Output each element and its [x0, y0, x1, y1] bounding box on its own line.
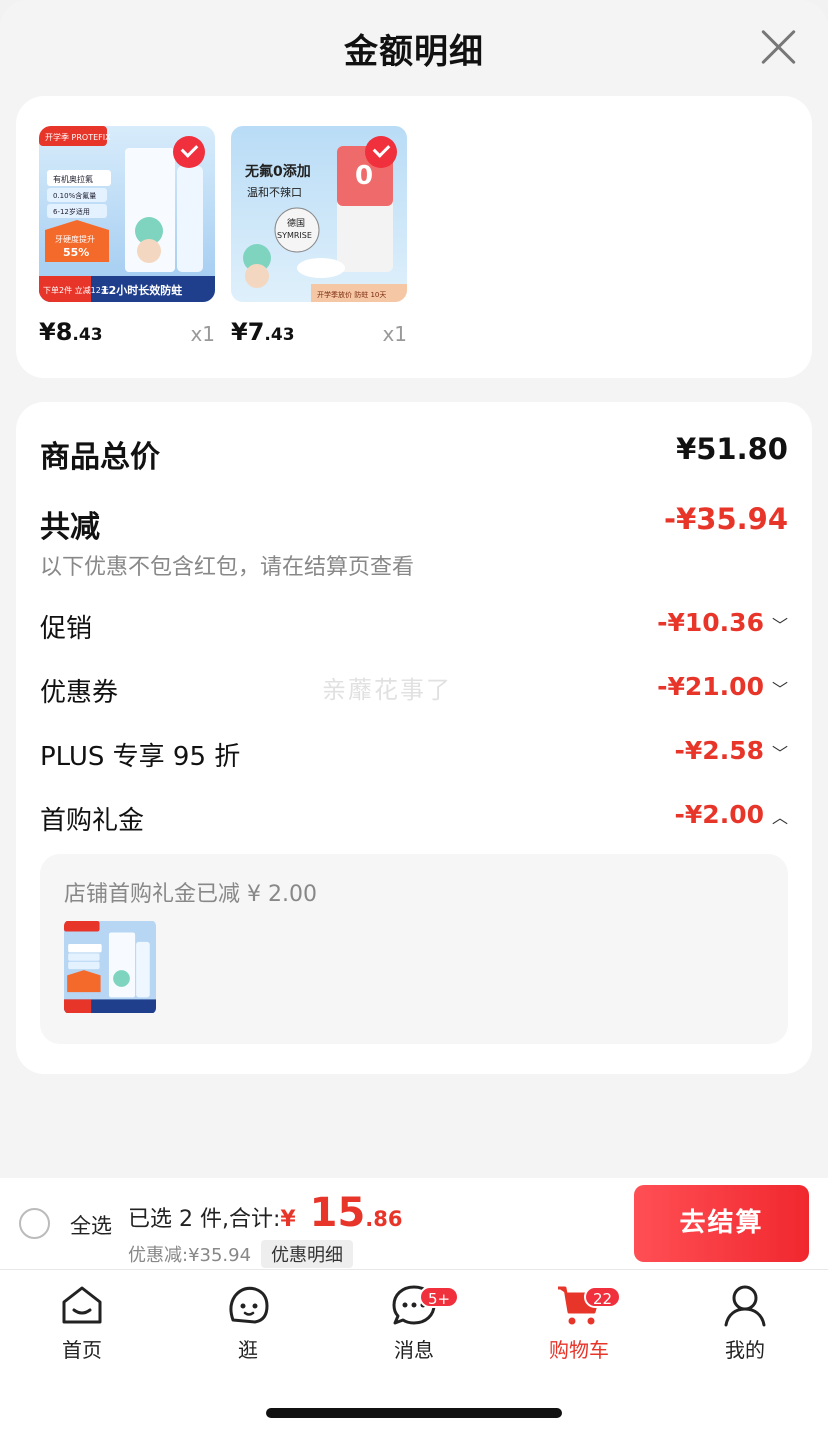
price-decimal: .43	[72, 325, 103, 345]
total-price-row: 商品总价 ¥51.80	[40, 432, 788, 476]
tab-messages[interactable]: 5+ 消息	[359, 1282, 469, 1363]
total-reduce-label: 共减	[40, 510, 100, 545]
checkout-summary: 已选 2 件,合计:¥ 15.86	[128, 1190, 403, 1236]
price-currency: ¥	[231, 318, 248, 346]
svg-text:牙硬度提升: 牙硬度提升	[55, 234, 95, 244]
tab-browse[interactable]: 逛	[193, 1282, 303, 1363]
summary-prefix: 已选 2 件,合计:	[128, 1207, 281, 1232]
tab-label: 首页	[62, 1338, 102, 1362]
discount-row-plus[interactable]: PLUS 专享 95 折 -¥2.58 ﹀	[40, 736, 788, 773]
total-integer: 15	[295, 1190, 366, 1236]
svg-text:0: 0	[355, 161, 373, 191]
tab-label: 我的	[725, 1338, 765, 1362]
discount-value: -¥10.36 ﹀	[657, 608, 788, 637]
total-reduce-value: -¥35.94	[664, 502, 788, 536]
discount-label: 首购礼金	[40, 806, 145, 836]
gift-product-thumbnail[interactable]	[64, 920, 156, 1014]
reduce-note: 以下优惠不包含红包，请在结算页查看	[40, 555, 415, 580]
tab-label: 逛	[238, 1338, 258, 1362]
browse-icon	[229, 1286, 269, 1324]
product-quantity: x1	[382, 322, 407, 346]
close-icon[interactable]	[760, 28, 798, 66]
chevron-up-icon[interactable]: ︿	[772, 804, 788, 828]
price-currency: ¥	[39, 318, 56, 346]
gift-text: 店铺首购礼金已减 ¥ 2.00	[64, 882, 317, 907]
svg-text:无氟0添加: 无氟0添加	[244, 163, 311, 180]
reduce-note-row: 以下优惠不包含红包，请在结算页查看	[40, 549, 788, 581]
discount-detail-button[interactable]: 优惠明细	[261, 1240, 354, 1268]
discount-label: 促销	[40, 614, 93, 644]
total-currency: ¥	[280, 1207, 296, 1232]
select-all-label[interactable]: 全选	[70, 1210, 112, 1240]
tab-label: 消息	[394, 1338, 434, 1362]
tab-label: 购物车	[549, 1338, 609, 1362]
discount-label: PLUS 专享 95 折	[40, 742, 241, 772]
select-all-checkbox[interactable]	[19, 1208, 50, 1239]
chevron-down-icon[interactable]: ﹀	[772, 740, 788, 764]
discount-row-promotion[interactable]: 促销 -¥10.36 ﹀	[40, 608, 788, 645]
tab-profile[interactable]: 我的	[690, 1282, 800, 1363]
total-reduce-row: 共减 -¥35.94	[40, 502, 788, 546]
product-image[interactable]: 无氟0添加 温和不辣口 德国 SYMRISE 0 开学季放价 防蛀 10天	[231, 126, 407, 302]
product-price-row: ¥8.43 x1	[39, 318, 215, 352]
discount-label: 优惠券	[40, 678, 119, 708]
total-decimal: .86	[365, 1207, 403, 1231]
svg-text:12小时长效防蛀: 12小时长效防蛀	[101, 283, 182, 297]
discount-value: -¥21.00 ﹀	[657, 672, 788, 701]
svg-text:开学季 PROTEFIX: 开学季 PROTEFIX	[45, 132, 111, 142]
discount-row-first-purchase[interactable]: 首购礼金 -¥2.00 ︿	[40, 800, 788, 837]
checkout-button[interactable]: 去结算	[634, 1185, 809, 1262]
product-item[interactable]: 无氟0添加 温和不辣口 德国 SYMRISE 0 开学季放价 防蛀 10天 ¥7…	[231, 126, 407, 352]
svg-text:开学季放价 防蛀 10天: 开学季放价 防蛀 10天	[317, 290, 386, 299]
svg-text:温和不辣口: 温和不辣口	[247, 185, 302, 199]
cart-badge: 22	[584, 1286, 622, 1308]
message-badge: 5+	[419, 1286, 460, 1308]
svg-text:有机奥拉氟: 有机奥拉氟	[53, 174, 93, 184]
price-detail-card: 商品总价 ¥51.80 共减 -¥35.94 以下优惠不包含红包，请在结算页查看…	[16, 402, 812, 1074]
svg-text:德国: 德国	[287, 217, 305, 229]
price-decimal: .43	[264, 325, 295, 345]
home-icon	[62, 1286, 102, 1324]
svg-text:6-12岁适用: 6-12岁适用	[53, 207, 90, 216]
first-purchase-gift-box: 店铺首购礼金已减 ¥ 2.00	[40, 854, 788, 1044]
watermark-text: 亲蘼花事了	[322, 676, 452, 704]
total-price-label: 商品总价	[40, 440, 160, 475]
home-indicator[interactable]	[266, 1408, 562, 1418]
selected-check-icon[interactable]	[173, 136, 205, 168]
checkout-bar: 全选 已选 2 件,合计:¥ 15.86 优惠减:¥35.94 优惠明细 去结算	[0, 1178, 828, 1270]
product-quantity: x1	[190, 322, 215, 346]
tab-home[interactable]: 首页	[27, 1282, 137, 1363]
sheet-title: 金额明细	[344, 32, 484, 72]
discount-value: -¥2.00 ︿	[674, 800, 788, 829]
discount-summary-text: 优惠减:¥35.94	[128, 1245, 252, 1266]
product-item[interactable]: 开学季 PROTEFIX 有机奥拉氟 0.10%含氟量 6-12岁适用 牙硬度提…	[39, 126, 215, 352]
tab-cart[interactable]: 22 购物车	[524, 1282, 634, 1363]
amount-detail-sheet: 金额明细 开学季 PROTEFIX 有机奥拉氟 0.10%含氟量 6-12岁适用…	[0, 0, 828, 1178]
chevron-down-icon[interactable]: ﹀	[772, 612, 788, 636]
svg-text:SYMRISE: SYMRISE	[277, 231, 312, 240]
discount-summary: 优惠减:¥35.94 优惠明细	[128, 1240, 354, 1268]
selected-check-icon[interactable]	[365, 136, 397, 168]
product-image[interactable]: 开学季 PROTEFIX 有机奥拉氟 0.10%含氟量 6-12岁适用 牙硬度提…	[39, 126, 215, 302]
profile-icon	[724, 1285, 766, 1327]
price-integer: 8	[55, 318, 73, 346]
product-price-row: ¥7.43 x1	[231, 318, 407, 352]
price-integer: 7	[247, 318, 265, 346]
svg-text:55%: 55%	[63, 246, 89, 259]
product-list-card: 开学季 PROTEFIX 有机奥拉氟 0.10%含氟量 6-12岁适用 牙硬度提…	[16, 96, 812, 378]
svg-text:0.10%含氟量: 0.10%含氟量	[53, 191, 96, 200]
chevron-down-icon[interactable]: ﹀	[772, 676, 788, 700]
total-price-value: ¥51.80	[676, 432, 788, 466]
svg-text:下单2件 立减12元: 下单2件 立减12元	[43, 285, 109, 295]
discount-value: -¥2.58 ﹀	[674, 736, 788, 765]
